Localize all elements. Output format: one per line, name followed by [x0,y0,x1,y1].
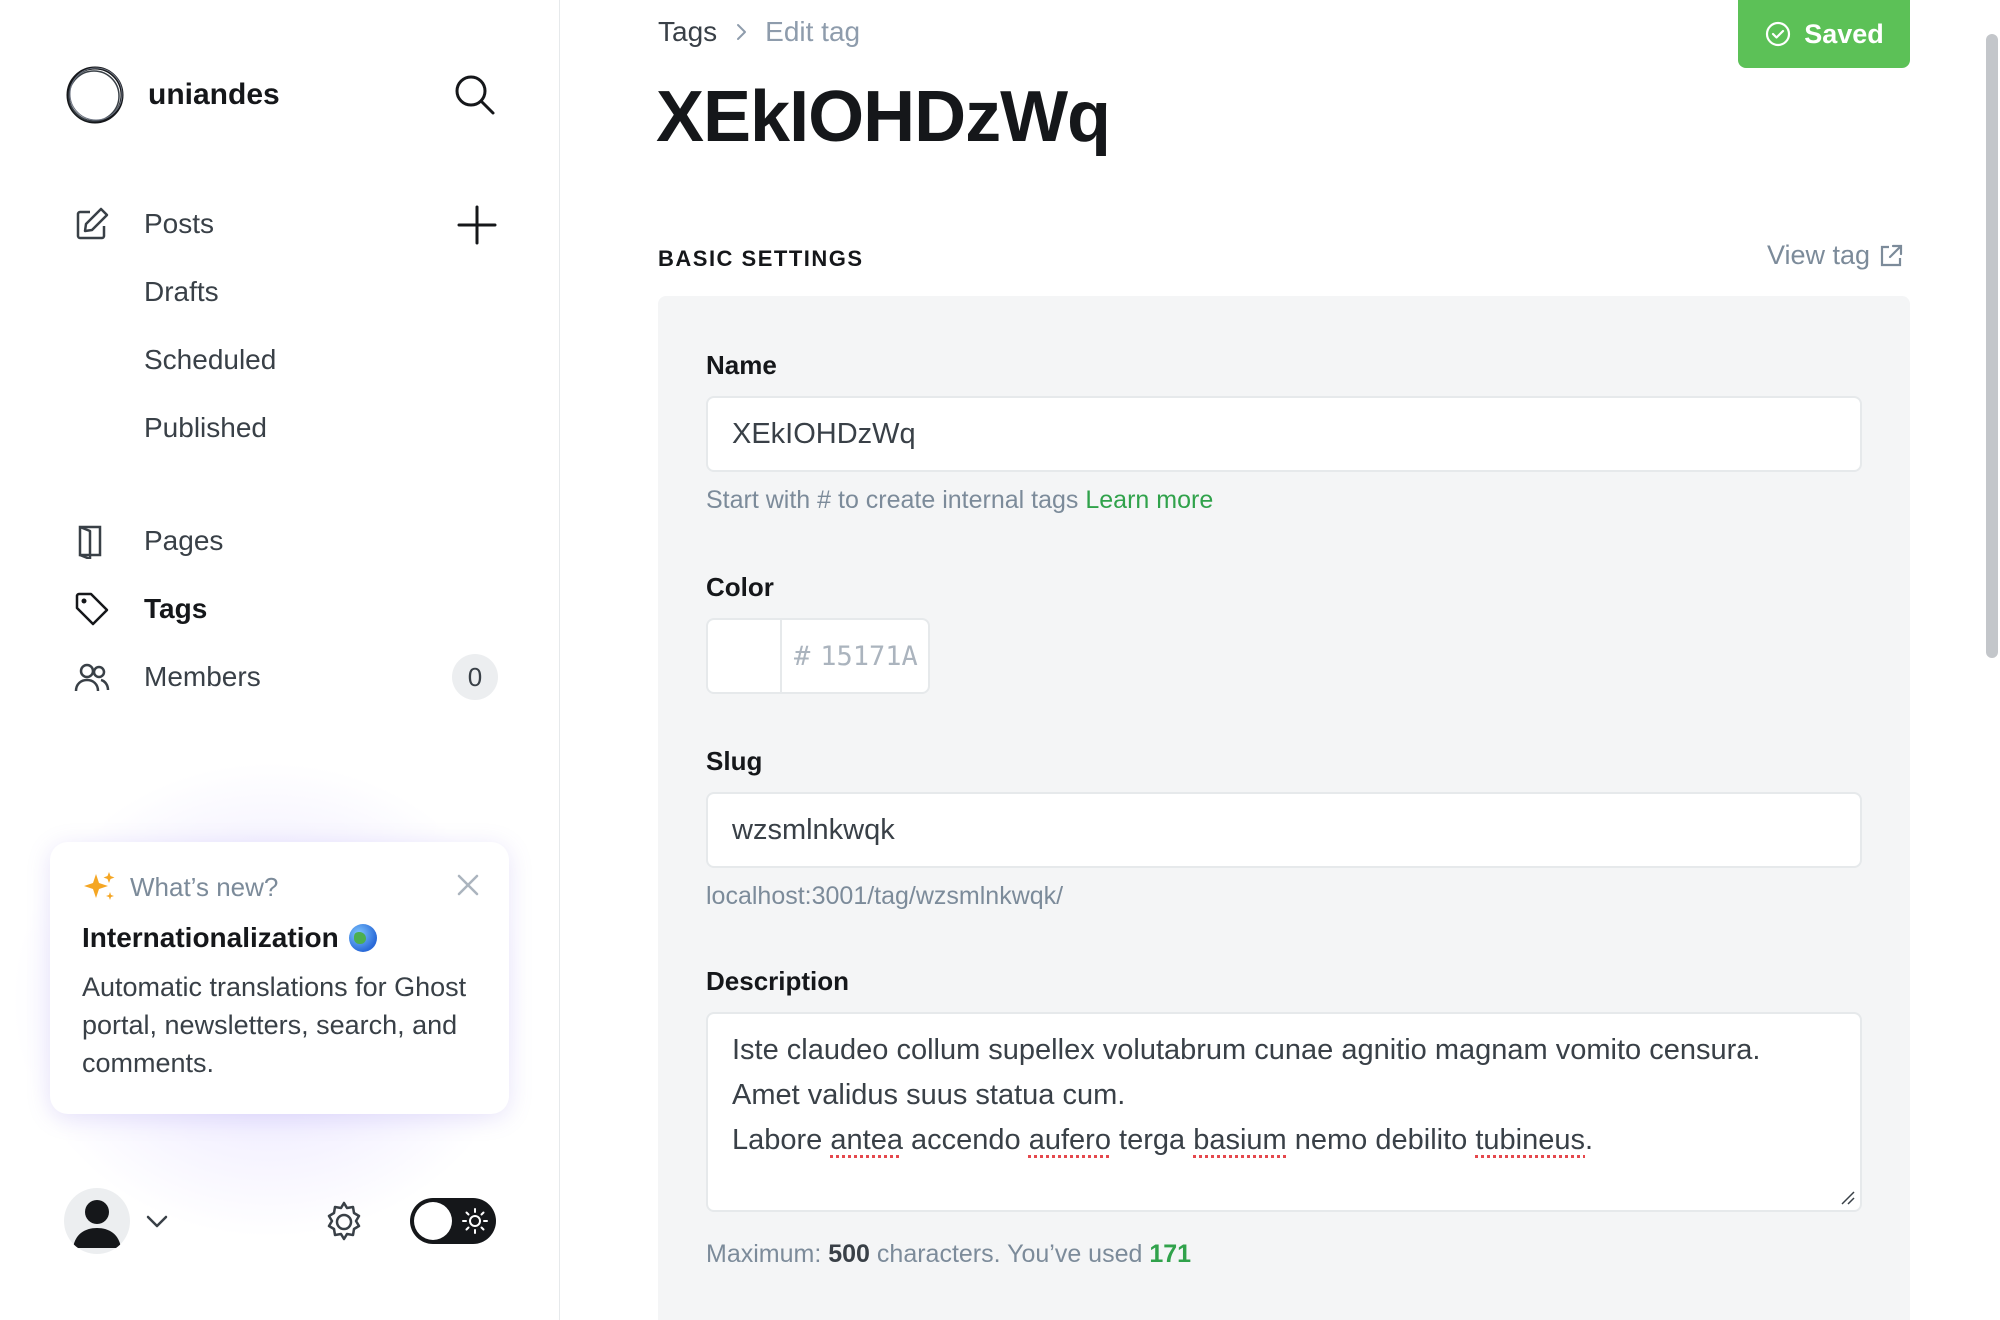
sun-icon [462,1208,488,1234]
view-tag-label: View tag [1767,240,1871,270]
search-icon[interactable] [452,72,498,118]
max-prefix: Maximum: [706,1240,822,1268]
whats-new-card[interactable]: What’s new? Internationalization Automat… [50,842,509,1114]
resize-handle-icon[interactable] [1838,1188,1856,1206]
members-count-badge: 0 [452,654,498,700]
used-chars: 171 [1149,1240,1192,1268]
sidebar-item-label: Pages [144,525,224,556]
check-circle-icon [1766,21,1791,47]
brand[interactable]: uniandes [64,64,280,126]
whats-new-heading-row: What’s new? [82,870,477,904]
learn-more-link[interactable]: Learn more [1085,486,1213,514]
save-button[interactable]: Saved [1738,0,1910,68]
sidebar-item-label: Tags [144,593,208,624]
whats-new-title-row: Internationalization [82,922,477,954]
avatar-icon [73,1200,121,1248]
edit-icon [72,204,112,244]
logo-icon [66,66,124,124]
plus-icon[interactable] [456,204,498,246]
name-label: Name [706,350,777,380]
breadcrumb-tags-link[interactable]: Tags [658,16,717,48]
sidebar-item-pages[interactable]: Pages [72,517,223,565]
used-prefix: characters. You’ve used [876,1240,1143,1268]
color-input[interactable]: # 15171A [782,620,918,692]
description-label: Description [706,966,850,996]
save-button-label: Saved [1804,18,1884,49]
tag-icon [72,589,112,629]
site-name: uniandes [148,78,280,111]
misspelled-word: antea [830,1124,903,1156]
sidebar-item-published[interactable]: Published [144,406,267,450]
members-icon [72,657,112,697]
chevron-right-icon [737,24,747,40]
sidebar-item-posts[interactable]: Posts [72,200,214,248]
sidebar: uniandes Posts Drafts Scheduled Publishe… [0,0,560,1320]
description-line: Amet validus suus statua cum. [732,1079,1126,1111]
breadcrumb-current: Edit tag [765,16,861,47]
slug-url: localhost:3001/tag/wzsmlnkwqk/ [706,882,1064,910]
description-char-count: Maximum: 500 characters. You’ve used 171 [706,1240,1191,1269]
avatar[interactable] [64,1188,130,1254]
sidebar-item-members[interactable]: Members [72,653,261,701]
description-textarea[interactable]: Iste claudeo collum supellex volutabrum … [706,1012,1862,1212]
sidebar-item-label: Members [144,661,261,692]
color-value: 15171A [820,640,918,672]
whats-new-title: Internationalization [82,922,339,953]
sidebar-item-scheduled[interactable]: Scheduled [144,338,276,382]
misspelled-word: aufero [1028,1124,1111,1156]
sidebar-item-drafts[interactable]: Drafts [144,270,219,314]
color-hash-symbol: # [794,640,811,672]
theme-toggle[interactable] [410,1198,496,1244]
name-hint-text: Start with # to create internal tags [706,486,1079,514]
name-hint: Start with # to create internal tags Lea… [706,486,1213,515]
misspelled-word: tubineus [1475,1124,1585,1156]
sidebar-item-tags[interactable]: Tags [72,585,207,633]
description-line: Iste claudeo collum supellex volutabrum … [732,1034,1761,1066]
slug-input[interactable]: wzsmlnkwqk [706,792,1862,868]
toggle-knob [414,1202,452,1240]
view-tag-link[interactable]: View tag [1767,240,1904,271]
sparkle-icon [84,872,115,900]
whats-new-heading: What’s new? [130,871,279,902]
basic-settings-panel: Name XEkIOHDzWq Start with # to create i… [658,296,1910,1320]
whats-new-body: Automatic translations for Ghost portal,… [82,972,467,1078]
globe-icon [348,924,377,952]
chevron-down-icon[interactable] [144,1208,170,1234]
scrollbar[interactable] [1986,34,1998,658]
color-picker[interactable]: # 15171A [706,618,930,694]
breadcrumb: Tags Edit tag [658,16,860,48]
name-input[interactable]: XEkIOHDzWq [706,396,1862,472]
max-chars: 500 [828,1240,870,1268]
external-link-icon [1880,244,1903,266]
sidebar-item-label: Posts [144,208,215,239]
main-content: Tags Edit tag Saved XEkIOHDzWq BASIC SET… [560,0,2000,1320]
close-icon[interactable] [455,872,481,898]
description-line: Labore antea accendo aufero terga basium… [732,1124,1594,1156]
section-heading: BASIC SETTINGS [658,246,864,271]
misspelled-word: basium [1193,1124,1287,1156]
slug-label: Slug [706,746,763,776]
sidebar-footer [64,1188,504,1254]
gear-icon[interactable] [322,1200,366,1244]
pages-icon [72,521,112,561]
color-label: Color [706,572,774,602]
color-swatch[interactable] [708,620,782,692]
page-title: XEkIOHDzWq [656,77,1111,157]
